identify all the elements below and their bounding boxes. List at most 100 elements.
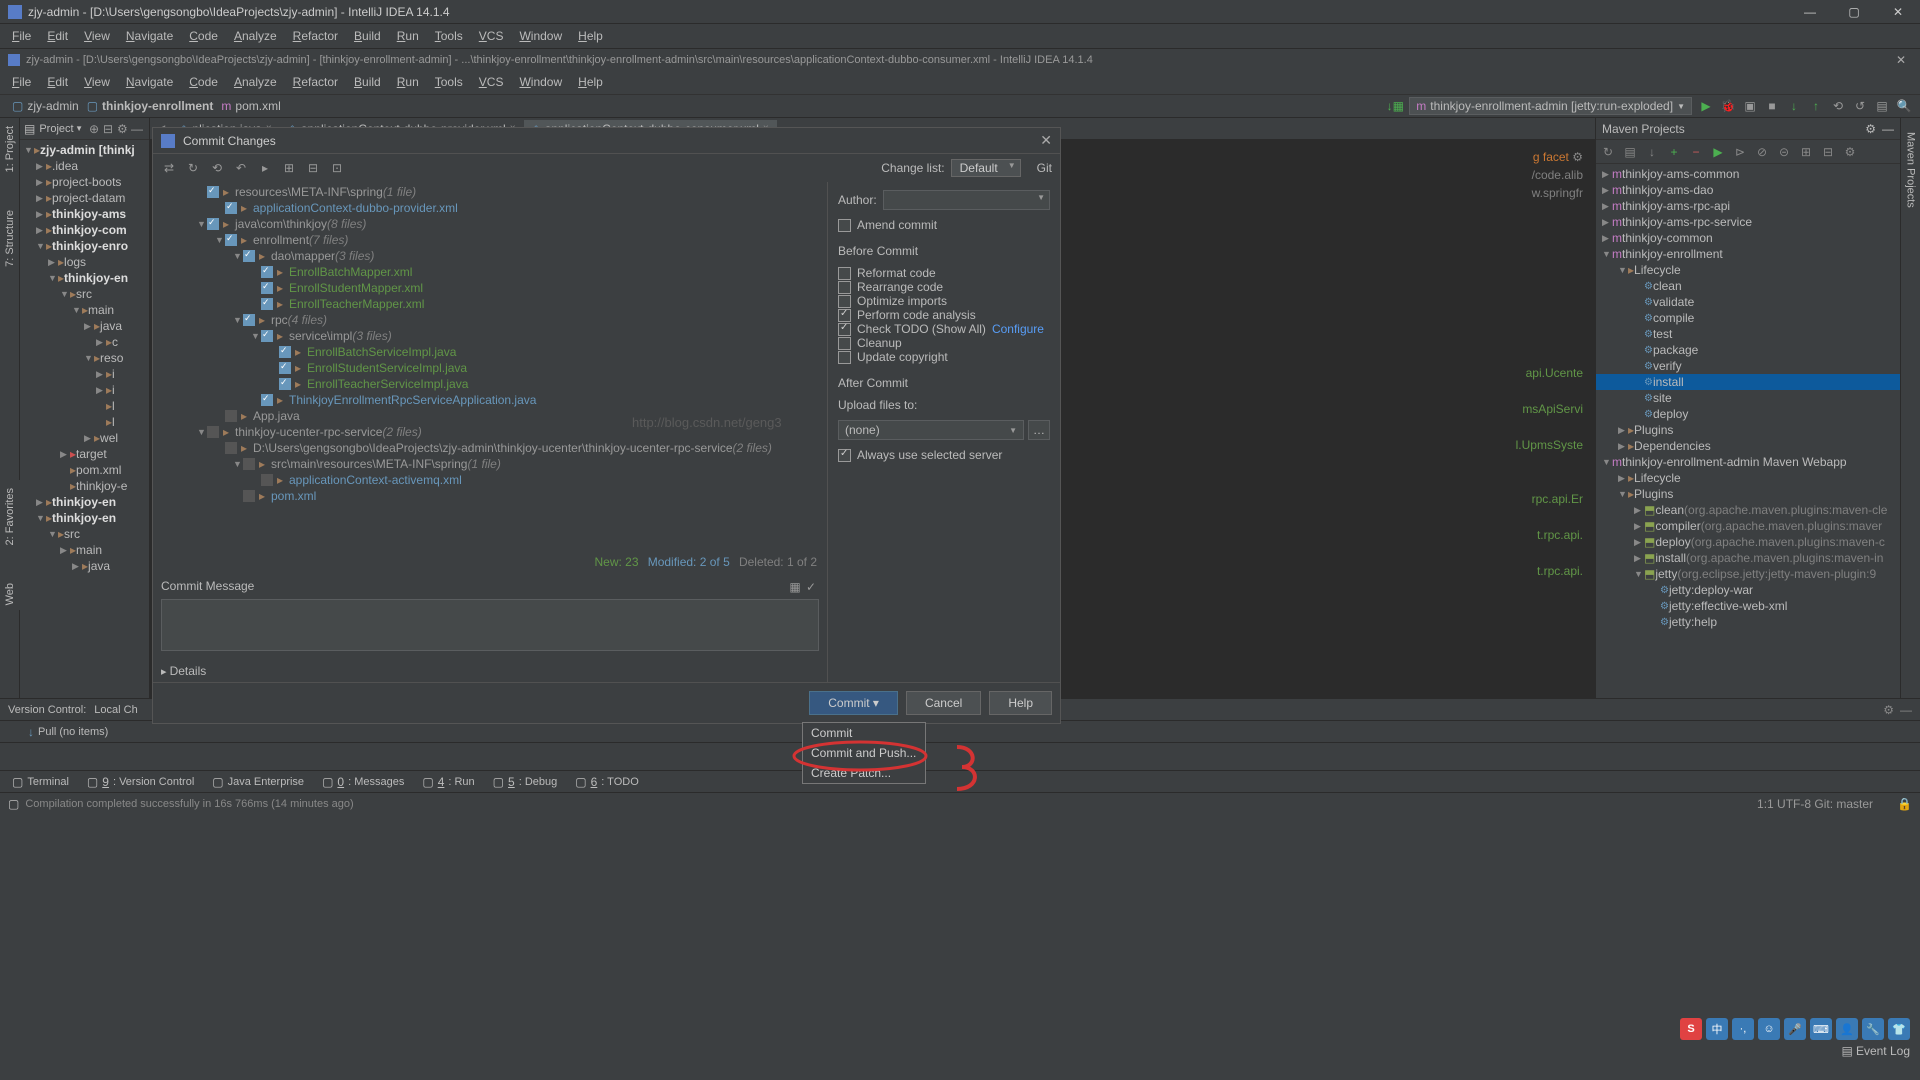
commit-file-item[interactable]: ▸ resources\META-INF\spring (1 file) (157, 184, 823, 200)
project-tree-item[interactable]: ▶▸ java (20, 318, 149, 334)
structure-icon[interactable]: ▤ (1874, 98, 1890, 114)
project-tree-item[interactable]: ▸ pom.xml (20, 462, 149, 478)
refresh-icon[interactable]: ⟲ (209, 160, 225, 176)
minimize-button[interactable]: — (1796, 2, 1824, 22)
project-tree-item[interactable]: ▼▸ main (20, 302, 149, 318)
maven-tree-item[interactable]: ▶▸ Dependencies (1596, 438, 1900, 454)
hide-icon[interactable]: — (1900, 703, 1912, 717)
run-icon[interactable]: ▶ (1698, 98, 1714, 114)
tab-maven-projects[interactable]: Maven Projects (1903, 128, 1919, 212)
project-tree[interactable]: ▼▸ zjy-admin [thinkj▶▸ .idea▶▸ project-b… (20, 140, 149, 698)
help-button[interactable]: Help (989, 691, 1052, 715)
maven-tree-item[interactable]: ▶m thinkjoy-ams-rpc-api (1596, 198, 1900, 214)
maven-tree-item[interactable]: ▼m thinkjoy-enrollment (1596, 246, 1900, 262)
menu-refactor[interactable]: Refactor (285, 73, 346, 91)
menu-build[interactable]: Build (346, 73, 389, 91)
run-config-select[interactable]: m thinkjoy-enrollment-admin [jetty:run-e… (1409, 97, 1692, 115)
menu-navigate[interactable]: Navigate (118, 73, 181, 91)
commit-file-item[interactable]: ▼▸ service\impl (3 files) (157, 328, 823, 344)
before-commit-check[interactable]: Optimize imports (838, 294, 1050, 308)
before-commit-check[interactable]: Check TODO (Show All) Configure (838, 322, 1050, 336)
change-list-select[interactable]: Default (951, 159, 1021, 177)
vc-local-changes-tab[interactable]: Local Ch (86, 702, 145, 718)
menu-edit[interactable]: Edit (39, 27, 76, 45)
reimport-icon[interactable]: ↻ (1600, 144, 1616, 160)
tab-structure[interactable]: 7: Structure (2, 206, 18, 271)
breadcrumb-project[interactable]: ▢zjy-admin (8, 99, 83, 113)
scroll-from-source-icon[interactable]: ⊕ (89, 122, 103, 136)
commit-message-input[interactable] (161, 599, 819, 651)
collapse-icon[interactable]: ⊟ (1820, 144, 1836, 160)
project-tree-item[interactable]: ▼▸ src (20, 286, 149, 302)
maven-tree-item[interactable]: ⚙ package (1596, 342, 1900, 358)
maximize-button[interactable]: ▢ (1840, 2, 1868, 22)
ime-keyboard-icon[interactable]: ⌨ (1810, 1018, 1832, 1040)
menu-view[interactable]: View (76, 73, 118, 91)
menu-code[interactable]: Code (181, 73, 226, 91)
ime-voice-icon[interactable]: 🎤 (1784, 1018, 1806, 1040)
hide-icon[interactable]: — (131, 122, 145, 136)
maven-tree-item[interactable]: ⚙ jetty:help (1596, 614, 1900, 630)
hide-icon[interactable]: — (1882, 122, 1894, 136)
new-changelist-icon[interactable]: ▸ (257, 160, 273, 176)
commit-msg-history-icon[interactable]: ▦ (787, 579, 803, 595)
maven-tree-item[interactable]: ⚙ site (1596, 390, 1900, 406)
coverage-icon[interactable]: ▣ (1742, 98, 1758, 114)
menu-run[interactable]: Run (389, 27, 427, 45)
project-tree-item[interactable]: ▶▸ i (20, 382, 149, 398)
project-tree-item[interactable]: ▶▸ thinkjoy-en (20, 494, 149, 510)
project-tree-item[interactable]: ▶▸ thinkjoy-com (20, 222, 149, 238)
project-tree-item[interactable]: ▶▸ thinkjoy-ams (20, 206, 149, 222)
commit-file-item[interactable]: ▼▸ rpc (4 files) (157, 312, 823, 328)
commit-file-item[interactable]: ▸ pom.xml (157, 488, 823, 504)
project-tree-item[interactable]: ▼▸ reso (20, 350, 149, 366)
add-icon[interactable]: + (1666, 144, 1682, 160)
menu-vcs[interactable]: VCS (471, 27, 512, 45)
maven-tree-item[interactable]: ▶▸ Plugins (1596, 422, 1900, 438)
maven-tree-item[interactable]: ▼▸ Plugins (1596, 486, 1900, 502)
project-tree-item[interactable]: ▼▸ thinkjoy-en (20, 270, 149, 286)
menu-window[interactable]: Window (511, 73, 570, 91)
menu-edit[interactable]: Edit (39, 73, 76, 91)
project-tree-item[interactable]: ▼▸ src (20, 526, 149, 542)
project-tree-item[interactable]: ▶▸ main (20, 542, 149, 558)
ime-lang-icon[interactable]: 中 (1706, 1018, 1728, 1040)
maven-tree-item[interactable]: ⚙ compile (1596, 310, 1900, 326)
tab-project[interactable]: 1: Project (2, 122, 18, 176)
commit-file-item[interactable]: ▸ EnrollStudentMapper.xml (157, 280, 823, 296)
menu-tools[interactable]: Tools (427, 27, 471, 45)
before-commit-check[interactable]: Rearrange code (838, 280, 1050, 294)
amend-commit-checkbox[interactable]: Amend commit (838, 218, 1050, 232)
project-tree-item[interactable]: ▶▸ project-boots (20, 174, 149, 190)
ime-emoji-icon[interactable]: ☺ (1758, 1018, 1780, 1040)
commit-file-item[interactable]: ▼▸ src\main\resources\META-INF\spring (1… (157, 456, 823, 472)
show-diff-icon[interactable]: ⇄ (161, 160, 177, 176)
maven-tree-item[interactable]: ▶⬒ install (org.apache.maven.plugins:mav… (1596, 550, 1900, 566)
commit-button[interactable]: Commit ▾ (809, 691, 898, 715)
menu-analyze[interactable]: Analyze (226, 27, 285, 45)
before-commit-check[interactable]: Reformat code (838, 266, 1050, 280)
before-commit-check[interactable]: Cleanup (838, 336, 1050, 350)
project-tree-item[interactable]: ▶▸ target (20, 446, 149, 462)
vcs-update-icon[interactable]: ↓ (1786, 98, 1802, 114)
maven-tree-item[interactable]: ▼⬒ jetty (org.eclipse.jetty:jetty-maven-… (1596, 566, 1900, 582)
ime-punct-icon[interactable]: ·, (1732, 1018, 1754, 1040)
gear-icon[interactable]: ⚙ (1865, 122, 1876, 136)
ime-tool-icon[interactable]: 🔧 (1862, 1018, 1884, 1040)
vcs-commit-icon[interactable]: ↑ (1808, 98, 1824, 114)
bottom-tab[interactable]: ▢ 6: TODO (567, 773, 647, 791)
bottom-tab[interactable]: ▢ 9: Version Control (79, 773, 202, 791)
tab-web[interactable]: Web (2, 579, 18, 609)
dialog-close-button[interactable]: ✕ (1040, 132, 1052, 149)
maven-tree-item[interactable]: ▶⬒ clean (org.apache.maven.plugins:maven… (1596, 502, 1900, 518)
commit-file-item[interactable]: ▸ applicationContext-dubbo-provider.xml (157, 200, 823, 216)
commit-file-item[interactable]: ▼▸ enrollment (7 files) (157, 232, 823, 248)
commit-file-item[interactable]: ▼▸ java\com\thinkjoy (8 files) (157, 216, 823, 232)
project-tree-item[interactable]: ▼▸ zjy-admin [thinkj (20, 142, 149, 158)
maven-tree-item[interactable]: ⚙ deploy (1596, 406, 1900, 422)
menu-navigate[interactable]: Navigate (118, 27, 181, 45)
menu-help[interactable]: Help (570, 73, 611, 91)
generate-sources-icon[interactable]: ▤ (1622, 144, 1638, 160)
download-icon[interactable]: ↓ (1644, 144, 1660, 160)
before-commit-check[interactable]: Update copyright (838, 350, 1050, 364)
